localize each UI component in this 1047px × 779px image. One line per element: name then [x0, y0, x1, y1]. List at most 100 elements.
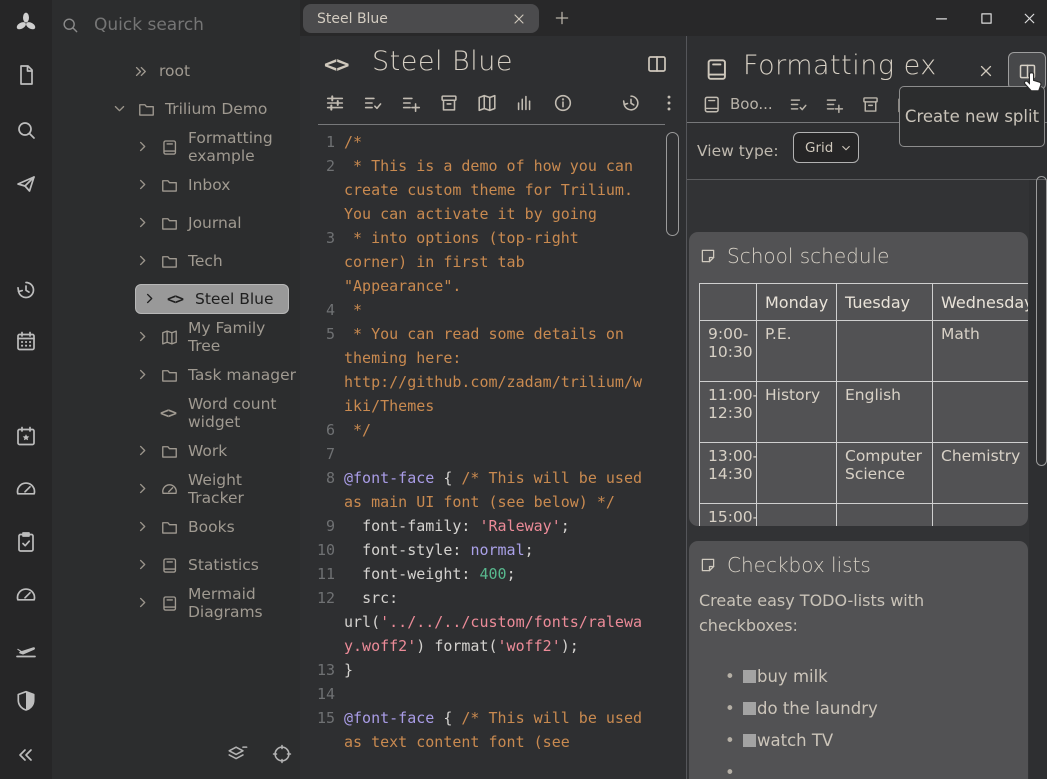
shield-icon[interactable]	[13, 688, 39, 714]
expander-spacer	[106, 63, 122, 79]
table-cell[interactable]: P.E.	[757, 321, 837, 382]
gauge-icon[interactable]	[13, 476, 39, 502]
ribbon-bar-chart-icon[interactable]	[514, 92, 536, 114]
ribbon-list-check-icon[interactable]	[362, 92, 384, 114]
table-cell[interactable]	[933, 504, 1029, 527]
plane-icon[interactable]	[13, 636, 39, 662]
note-title[interactable]: Steel Blue	[372, 46, 513, 77]
clipboard-check-icon[interactable]	[13, 529, 39, 555]
tree-item-inbox[interactable]: Inbox	[135, 170, 230, 200]
ribbon-list-plus-icon[interactable]	[400, 92, 422, 114]
ribbon-tab-book-properties[interactable]: Boo...	[701, 94, 773, 115]
chevron-right-icon[interactable]	[135, 253, 151, 269]
collapse-sidebar-button[interactable]	[13, 742, 39, 768]
chevron-right-icon[interactable]	[142, 291, 158, 307]
tree-item-books[interactable]: Books	[135, 512, 235, 542]
tree-item-word-count-widget[interactable]: <>Word count widget	[135, 398, 300, 428]
table-cell[interactable]: 11:00-12:30	[700, 382, 757, 443]
checkbox-unchecked[interactable]	[743, 734, 756, 747]
checkbox-unchecked[interactable]	[743, 670, 756, 683]
todo-item[interactable]: buy milk	[699, 661, 1018, 693]
right-pane-scrollbar-thumb[interactable]	[1036, 176, 1047, 466]
tree-item-formatting-example[interactable]: Formatting example	[135, 132, 300, 162]
ribbon-list-check-icon[interactable]	[788, 94, 809, 115]
minimize-window-button[interactable]	[933, 10, 950, 27]
chevron-down-icon[interactable]	[112, 101, 128, 117]
tree-item-trilium-demo[interactable]: Trilium Demo	[112, 94, 267, 124]
tree-item-root[interactable]: root	[106, 56, 190, 86]
editor-scrollbar-thumb[interactable]	[666, 132, 679, 236]
quick-search-placeholder: Quick search	[94, 15, 204, 35]
table-cell[interactable]	[837, 504, 933, 527]
ribbon-sliders-icon[interactable]	[324, 92, 346, 114]
table-cell[interactable]: 13:00-14:30	[700, 443, 757, 504]
create-split-button[interactable]	[645, 52, 669, 76]
chevron-right-icon[interactable]	[135, 139, 151, 155]
chevron-right-icon[interactable]	[135, 557, 151, 573]
search-icon[interactable]	[13, 117, 39, 143]
maximize-window-button[interactable]	[978, 10, 995, 27]
tab-steel-blue[interactable]: Steel Blue	[303, 4, 539, 33]
close-pane-icon[interactable]	[977, 62, 995, 80]
tree-item-tech[interactable]: Tech	[135, 246, 223, 276]
todo-item[interactable]: do the laundry	[699, 693, 1018, 725]
card-school-schedule[interactable]: School schedule MondayTuesdayWednesday 9…	[689, 232, 1028, 526]
ribbon-dots-v-icon[interactable]	[658, 92, 680, 114]
tree-item-label: My Family Tree	[188, 319, 300, 355]
chevron-right-icon[interactable]	[135, 443, 151, 459]
table-cell[interactable]	[933, 382, 1029, 443]
table-cell[interactable]	[757, 443, 837, 504]
view-type-select[interactable]: Grid	[793, 132, 859, 163]
chevron-right-icon[interactable]	[135, 367, 151, 383]
calendar-star-icon[interactable]	[13, 423, 39, 449]
send-icon[interactable]	[13, 171, 39, 197]
calendar-icon[interactable]	[13, 328, 39, 354]
table-cell[interactable]	[757, 504, 837, 527]
chevron-right-icon[interactable]	[135, 177, 151, 193]
tree-item-steel-blue[interactable]: <>Steel Blue	[135, 284, 289, 314]
table-cell[interactable]	[837, 321, 933, 382]
todo-item[interactable]	[699, 757, 1018, 779]
new-tab-button[interactable]	[553, 9, 571, 27]
chevron-right-icon[interactable]	[135, 215, 151, 231]
ribbon-archive-icon[interactable]	[860, 94, 881, 115]
tree-item-task-manager[interactable]: Task manager	[135, 360, 296, 390]
tree-item-work[interactable]: Work	[135, 436, 227, 466]
quick-search-input[interactable]: Quick search	[56, 8, 291, 42]
tree-item-journal[interactable]: Journal	[135, 208, 242, 238]
tree-item-mermaid-diagrams[interactable]: Mermaid Diagrams	[135, 588, 300, 618]
table-cell[interactable]: History	[757, 382, 837, 443]
chevron-right-icon[interactable]	[135, 329, 151, 345]
table-cell[interactable]: Math	[933, 321, 1029, 382]
card-checkbox-lists[interactable]: Checkbox lists Create easy TODO-lists wi…	[689, 541, 1028, 779]
table-cell[interactable]: 15:00-	[700, 504, 757, 527]
ribbon-archive-icon[interactable]	[438, 92, 460, 114]
table-cell[interactable]: English	[837, 382, 933, 443]
checkbox-unchecked[interactable]	[743, 702, 756, 715]
gauge-icon[interactable]	[13, 582, 39, 608]
tree-item-weight-tracker[interactable]: Weight Tracker	[135, 474, 300, 504]
code-token: *	[344, 301, 362, 319]
tree-item-my-family-tree[interactable]: My Family Tree	[135, 322, 300, 352]
tab-close-icon[interactable]	[511, 11, 527, 27]
history-icon[interactable]	[13, 277, 39, 303]
chevron-right-icon[interactable]	[135, 595, 151, 611]
ribbon-map-icon[interactable]	[476, 92, 498, 114]
tree-item-statistics[interactable]: Statistics	[135, 550, 259, 580]
code-editor[interactable]: 1/*2 * This is a demo of how you can cre…	[314, 130, 680, 779]
chevron-right-icon[interactable]	[135, 519, 151, 535]
ribbon-info-icon[interactable]	[552, 92, 574, 114]
table-cell[interactable]: Chemistry	[933, 443, 1029, 504]
table-cell[interactable]: 9:00-10:30	[700, 321, 757, 382]
target-icon[interactable]	[271, 743, 293, 765]
table-cell[interactable]: Computer Science	[837, 443, 933, 504]
ribbon-list-plus-icon[interactable]	[824, 94, 845, 115]
todo-item[interactable]: watch TV	[699, 725, 1018, 757]
layers-minus-icon[interactable]	[226, 743, 248, 765]
chevron-right-icon[interactable]	[135, 481, 151, 497]
line-number: 8	[314, 466, 344, 514]
note-title[interactable]: Formatting ex	[743, 50, 955, 81]
ribbon-history2-icon[interactable]	[620, 92, 642, 114]
close-window-button[interactable]	[1021, 10, 1038, 27]
file-icon[interactable]	[13, 62, 39, 88]
